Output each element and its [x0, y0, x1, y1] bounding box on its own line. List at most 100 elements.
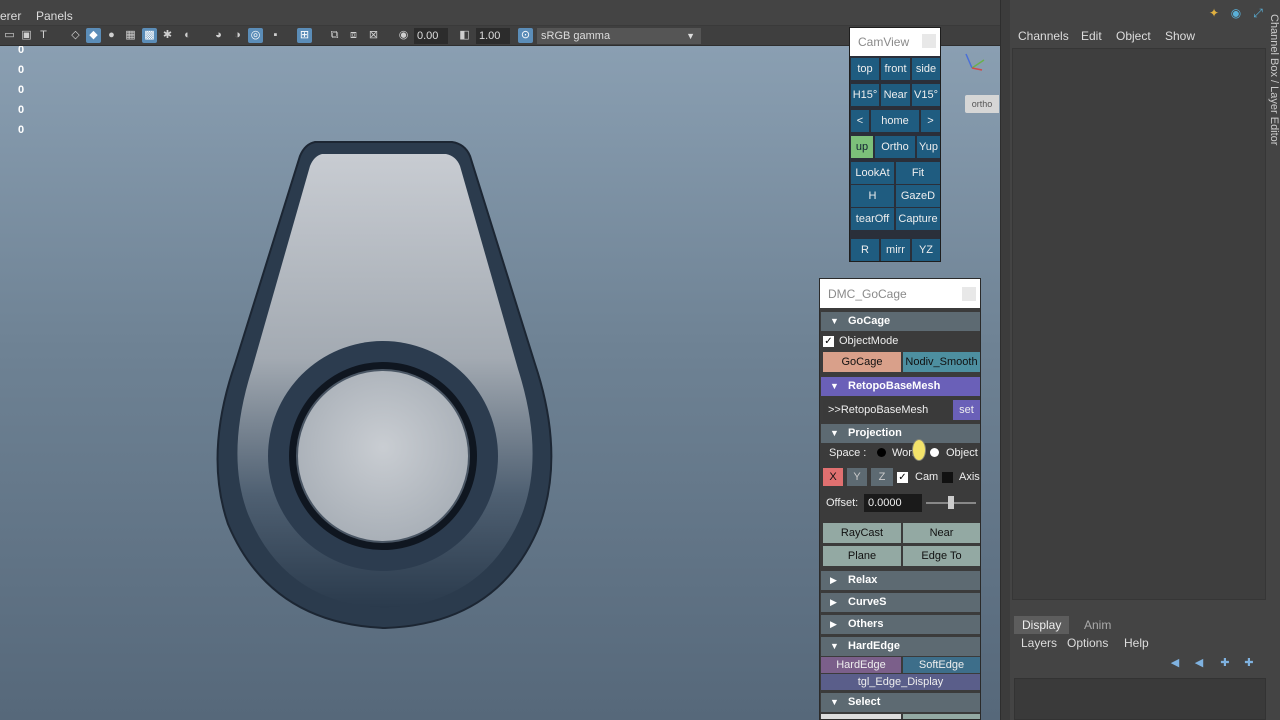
color-management-icon[interactable]: ⊙: [518, 28, 533, 43]
nodiv-smooth-button[interactable]: Nodiv_Smooth: [903, 352, 980, 372]
default-lighting-icon[interactable]: ●: [104, 28, 119, 43]
cam-side-button[interactable]: side: [912, 58, 940, 80]
section-retopo-base-mesh[interactable]: ▼ RetopoBaseMesh: [821, 377, 980, 396]
cam-h-button[interactable]: H: [851, 185, 894, 207]
cam-h15-button[interactable]: H15°: [851, 84, 879, 106]
panel-divider[interactable]: [1000, 0, 1010, 720]
gamma-field[interactable]: 1.00: [476, 28, 510, 44]
edge-to-button[interactable]: Edge To: [903, 546, 980, 566]
offset-field[interactable]: 0.0000: [864, 494, 922, 512]
space-object-radio[interactable]: [930, 448, 939, 457]
motion-blur-icon[interactable]: ◑: [230, 28, 245, 43]
new-layer-selected-icon[interactable]: ✚: [1240, 656, 1258, 670]
text-icon[interactable]: T: [36, 28, 51, 43]
cam-prev-button[interactable]: <: [851, 110, 869, 132]
show-menu[interactable]: Show: [1165, 29, 1195, 43]
axis-z-button[interactable]: Z: [871, 468, 893, 486]
new-layer-icon[interactable]: ✚: [1216, 656, 1234, 670]
xray-icon[interactable]: ⊞: [297, 28, 312, 43]
gocage-button[interactable]: GoCage: [823, 352, 901, 372]
menu-item-panels[interactable]: Panels: [36, 9, 73, 23]
move-layer-down-icon[interactable]: ◀: [1190, 656, 1208, 670]
attribute-editor-icon[interactable]: ◉: [1228, 6, 1244, 22]
axis-checkbox[interactable]: [942, 472, 953, 483]
safe-action-icon[interactable]: ⊠: [366, 28, 381, 43]
outliner-icon[interactable]: ✦: [1206, 6, 1222, 22]
resolution-gate-icon[interactable]: ⧉: [327, 28, 342, 43]
edit-menu[interactable]: Edit: [1081, 29, 1102, 43]
softedge-button[interactable]: SoftEdge: [903, 657, 980, 673]
cam-v15-button[interactable]: V15°: [912, 84, 940, 106]
tab-display[interactable]: Display: [1014, 616, 1070, 634]
select-camera-icon[interactable]: ▭: [2, 28, 17, 43]
image-plane-icon[interactable]: ▣: [19, 28, 34, 43]
help-menu[interactable]: Help: [1124, 636, 1149, 650]
axis-x-button[interactable]: X: [823, 468, 843, 486]
plane-button[interactable]: Plane: [823, 546, 901, 566]
set-button[interactable]: set: [953, 400, 980, 420]
close-icon[interactable]: [962, 287, 976, 301]
tool-settings-icon[interactable]: ⤢: [1250, 6, 1266, 22]
gamma-icon[interactable]: ◧: [457, 28, 472, 43]
channel-box-content[interactable]: [1012, 48, 1266, 600]
options-menu[interactable]: Options: [1067, 636, 1108, 650]
film-gate-icon[interactable]: ⧈: [346, 28, 361, 43]
shadows-icon[interactable]: ◐: [180, 28, 195, 43]
layer-list[interactable]: [1014, 678, 1266, 720]
channels-menu[interactable]: Channels: [1018, 29, 1069, 43]
object-mode-checkbox[interactable]: ✓: [823, 336, 834, 347]
exposure-field[interactable]: 0.00: [414, 28, 448, 44]
tab-anim[interactable]: Anim: [1076, 616, 1119, 634]
lights-icon[interactable]: ✱: [160, 28, 175, 43]
cam-yup-button[interactable]: Yup: [917, 136, 940, 158]
textured-icon[interactable]: ▦: [123, 28, 138, 43]
space-world-radio[interactable]: [877, 448, 886, 457]
move-layer-up-icon[interactable]: ◀: [1166, 656, 1184, 670]
isolate-select-icon[interactable]: ▪: [268, 28, 283, 43]
checker-icon[interactable]: ▩: [142, 28, 157, 43]
cam-near-button[interactable]: Near: [881, 84, 910, 106]
cam-front-button[interactable]: front: [881, 58, 910, 80]
exposure-icon[interactable]: ◉: [396, 28, 411, 43]
view-transform-dropdown[interactable]: sRGB gamma ▼: [537, 28, 701, 44]
object-menu[interactable]: Object: [1116, 29, 1151, 43]
ambient-occlusion-icon[interactable]: ◕: [211, 28, 226, 43]
cam-tearoff-button[interactable]: tearOff: [851, 208, 894, 230]
axis-y-button[interactable]: Y: [847, 468, 867, 486]
section-relax[interactable]: ▶ Relax: [821, 571, 980, 590]
near-button[interactable]: Near: [903, 523, 980, 543]
cam-home-button[interactable]: home: [871, 110, 919, 132]
antialias-icon[interactable]: ◎: [248, 28, 263, 43]
section-select[interactable]: ▼ Select: [821, 693, 980, 712]
offset-slider-thumb[interactable]: [948, 496, 954, 509]
cam-yz-button[interactable]: YZ: [912, 239, 940, 261]
close-icon[interactable]: [922, 34, 936, 48]
cam-mirr-button[interactable]: mirr: [881, 239, 910, 261]
camview-title-bar[interactable]: CamView: [850, 28, 940, 56]
channel-box-side-tab[interactable]: Channel Box / Layer Editor: [1268, 14, 1280, 164]
cam-lookat-button[interactable]: LookAt: [851, 162, 894, 184]
tgl-edge-display-button[interactable]: tgl_Edge_Display: [821, 674, 980, 690]
ortho-tag[interactable]: ortho: [965, 95, 999, 113]
section-projection[interactable]: ▼ Projection: [821, 424, 980, 443]
retopo-mesh-field[interactable]: >>RetopoBaseMesh: [823, 400, 951, 420]
section-hardedge[interactable]: ▼ HardEdge: [821, 637, 980, 656]
cam-ortho-button[interactable]: Ortho: [875, 136, 915, 158]
raycast-button[interactable]: RayCast: [823, 523, 901, 543]
section-gocage[interactable]: ▼ GoCage: [821, 312, 980, 331]
section-others[interactable]: ▶ Others: [821, 615, 980, 634]
select-button-a[interactable]: [821, 714, 901, 719]
cam-fit-button[interactable]: Fit: [896, 162, 940, 184]
smooth-shade-icon[interactable]: ◆: [86, 28, 101, 43]
cam-checkbox[interactable]: ✓: [897, 472, 908, 483]
cam-top-button[interactable]: top: [851, 58, 879, 80]
3d-mesh-object[interactable]: [200, 134, 570, 634]
cam-up-button[interactable]: up: [851, 136, 873, 158]
layers-menu[interactable]: Layers: [1021, 636, 1057, 650]
cam-capture-button[interactable]: Capture: [896, 208, 940, 230]
select-button-b[interactable]: [903, 714, 980, 719]
wireframe-icon[interactable]: ◇: [68, 28, 83, 43]
cam-gazed-button[interactable]: GazeD: [896, 185, 940, 207]
gocage-title-bar[interactable]: DMC_GoCage: [820, 279, 980, 308]
hardedge-button[interactable]: HardEdge: [821, 657, 901, 673]
